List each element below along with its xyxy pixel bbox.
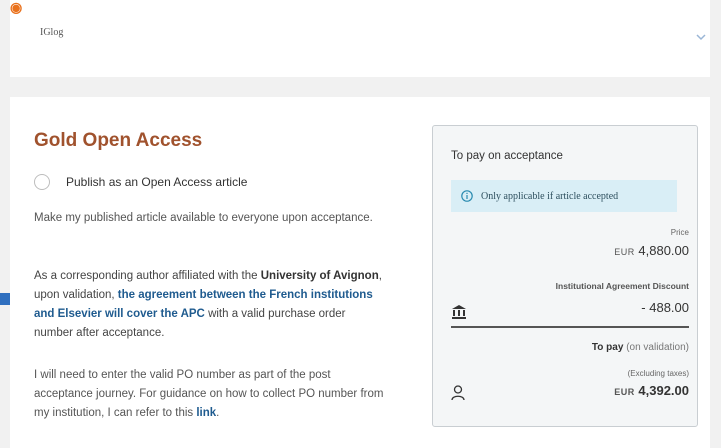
to-pay-label: To pay	[591, 342, 624, 353]
chevron-down-icon[interactable]	[694, 30, 708, 44]
journal-name: IGlog	[40, 27, 64, 38]
excluding-taxes-label: (Excluding taxes)	[627, 369, 689, 378]
user-icon	[451, 385, 465, 401]
open-access-option[interactable]: Publish as an Open Access article	[34, 174, 247, 190]
agreement-text: As a corresponding author affiliated wit…	[34, 267, 384, 343]
total-currency: EUR	[614, 387, 635, 397]
gold-open-access-section: Gold Open Access Publish as an Open Acce…	[10, 97, 710, 448]
institution-name: University of Avignon	[260, 270, 379, 282]
section-title: Gold Open Access	[34, 130, 203, 151]
total-amount: 4,392.00	[638, 383, 689, 398]
discount-label: Institutional Agreement Discount	[555, 281, 689, 291]
discount-value: - 488.00	[641, 300, 689, 315]
payment-summary-card: To pay on acceptance Only applicable if …	[432, 125, 698, 427]
card-title: To pay on acceptance	[451, 150, 563, 162]
info-icon	[461, 190, 473, 202]
to-pay-line: To pay (on validation)	[592, 342, 689, 353]
agreement-text-a: As a corresponding author affiliated wit…	[34, 270, 261, 282]
price-amount: 4,880.00	[638, 243, 689, 258]
to-pay-hint: (on validation)	[626, 342, 689, 353]
summary-divider	[451, 326, 689, 328]
journal-panel: ◉ IGlog	[10, 0, 710, 77]
currency-label: EUR	[614, 247, 635, 257]
po-guidance-text: I will need to enter the valid PO number…	[34, 366, 384, 423]
open-access-radio[interactable]	[34, 174, 50, 190]
info-banner: Only applicable if article accepted	[451, 180, 677, 212]
availability-text: Make my published article available to e…	[34, 212, 373, 224]
open-access-radio-label[interactable]: Publish as an Open Access article	[66, 175, 247, 189]
price-label: Price	[670, 228, 689, 237]
total-value: EUR 4,392.00	[614, 383, 689, 398]
info-text: Only applicable if article accepted	[481, 190, 619, 202]
corner-mark: ◉	[10, 0, 23, 15]
guidance-link[interactable]: link	[196, 407, 216, 419]
po-guidance-end: .	[216, 407, 220, 419]
bank-icon	[452, 305, 466, 319]
price-value: EUR 4,880.00	[614, 243, 689, 258]
